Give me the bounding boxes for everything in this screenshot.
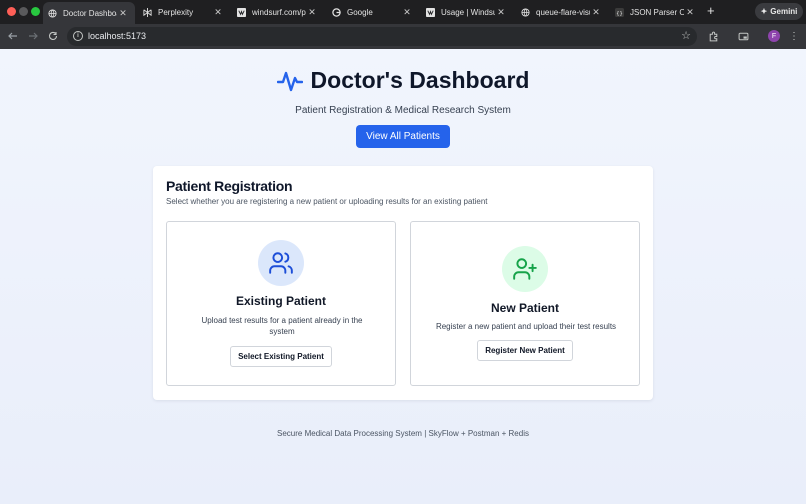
- registration-card: Patient Registration Select whether you …: [153, 166, 653, 400]
- gemini-button[interactable]: ✦ Gemini: [755, 3, 803, 20]
- close-tab-icon[interactable]: ✕: [590, 7, 602, 18]
- sparkle-icon: ✦: [760, 7, 768, 16]
- windsurf-icon: [426, 7, 435, 17]
- close-window-button[interactable]: [7, 7, 16, 16]
- maximize-window-button[interactable]: [31, 7, 40, 16]
- tab-title: windsurf.com/pr: [252, 7, 306, 17]
- new-tab-button[interactable]: +: [707, 4, 715, 18]
- url-text[interactable]: localhost:5173: [88, 31, 146, 41]
- register-new-patient-button[interactable]: Register New Patient: [477, 340, 573, 361]
- address-bar[interactable]: i localhost:5173 ☆: [67, 27, 697, 46]
- new-patient-option[interactable]: New Patient Register a new patient and u…: [410, 221, 640, 386]
- footer-text: Secure Medical Data Processing System | …: [277, 429, 529, 438]
- user-plus-icon: [502, 246, 548, 292]
- tab-title: JSON Parser Onl: [630, 7, 684, 17]
- tab-strip: Doctor Dashboard ✕ Perplexity ✕ windsurf…: [0, 0, 806, 24]
- tab-search-icon[interactable]: [736, 29, 750, 43]
- existing-patient-title: Existing Patient: [235, 294, 327, 308]
- tab-title: queue-flare-visu: [536, 7, 590, 17]
- svg-text:{}: {}: [616, 10, 622, 16]
- browser-toolbar: i localhost:5173 ☆ F ⋮: [0, 24, 806, 49]
- google-icon: [332, 7, 341, 17]
- tab-title: Usage | Windsurf: [441, 7, 495, 17]
- registration-title: Patient Registration: [166, 178, 293, 194]
- page-content: Doctor's Dashboard Patient Registration …: [0, 49, 806, 504]
- users-icon: [258, 240, 304, 286]
- back-arrow-icon[interactable]: [6, 29, 20, 43]
- close-tab-icon[interactable]: ✕: [117, 8, 129, 19]
- gemini-label: Gemini: [770, 7, 798, 16]
- profile-avatar[interactable]: F: [768, 30, 780, 42]
- globe-icon: [521, 7, 530, 17]
- hero-header: Doctor's Dashboard: [0, 67, 806, 94]
- existing-patient-description: Upload test results for a patient alread…: [201, 316, 363, 336]
- json-icon: {}: [615, 7, 624, 17]
- tab-doctor-dashboard[interactable]: Doctor Dashboard ✕: [43, 2, 135, 24]
- tab-title: Perplexity: [158, 7, 194, 17]
- close-tab-icon[interactable]: ✕: [684, 7, 696, 18]
- tab-title: Google: [347, 7, 373, 17]
- tab-perplexity[interactable]: Perplexity ✕: [138, 2, 230, 22]
- tab-title: Doctor Dashboard: [63, 8, 117, 18]
- select-existing-patient-button[interactable]: Select Existing Patient: [230, 346, 332, 367]
- view-all-patients-button[interactable]: View All Patients: [356, 125, 450, 148]
- tab-windsurf-pricing[interactable]: windsurf.com/pr ✕: [232, 2, 324, 22]
- registration-description: Select whether you are registering a new…: [166, 197, 488, 206]
- minimize-window-button[interactable]: [19, 7, 28, 16]
- tab-json-parser[interactable]: {} JSON Parser Onl ✕: [610, 2, 702, 22]
- reload-icon[interactable]: [46, 29, 60, 43]
- close-tab-icon[interactable]: ✕: [401, 7, 413, 18]
- tab-google[interactable]: Google ✕: [327, 2, 419, 22]
- browser-chrome: Doctor Dashboard ✕ Perplexity ✕ windsurf…: [0, 0, 806, 49]
- extensions-icon[interactable]: [706, 29, 720, 43]
- close-tab-icon[interactable]: ✕: [306, 7, 318, 18]
- perplexity-icon: [143, 7, 152, 17]
- site-info-icon[interactable]: i: [73, 31, 83, 41]
- forward-arrow-icon[interactable]: [26, 29, 40, 43]
- tab-windsurf-usage[interactable]: Usage | Windsurf ✕: [421, 2, 513, 22]
- windsurf-icon: [237, 7, 246, 17]
- close-tab-icon[interactable]: ✕: [212, 7, 224, 18]
- globe-icon: [48, 8, 57, 18]
- close-tab-icon[interactable]: ✕: [495, 7, 507, 18]
- existing-patient-option[interactable]: Existing Patient Upload test results for…: [166, 221, 396, 386]
- page-title: Doctor's Dashboard: [310, 67, 530, 93]
- bookmark-star-icon[interactable]: ☆: [681, 29, 691, 42]
- menu-dots-icon[interactable]: ⋮: [787, 29, 801, 43]
- page-subtitle: Patient Registration & Medical Research …: [295, 105, 511, 116]
- heart-pulse-icon: [276, 71, 303, 91]
- tab-queue-flare[interactable]: queue-flare-visu ✕: [516, 2, 608, 22]
- new-patient-description: Register a new patient and upload their …: [435, 322, 617, 331]
- new-patient-title: New Patient: [490, 301, 559, 315]
